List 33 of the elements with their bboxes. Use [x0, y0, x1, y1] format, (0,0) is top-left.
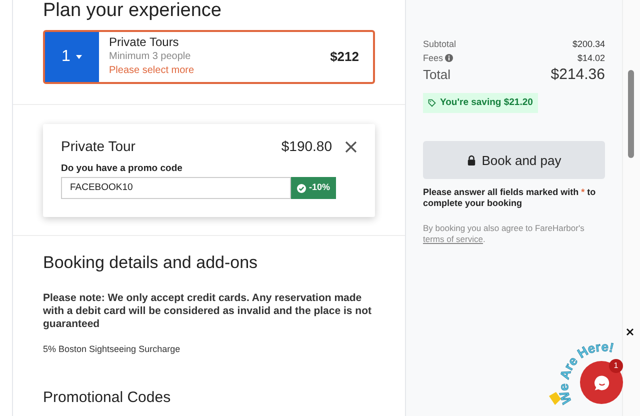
promo-label: Do you have a promo code — [61, 163, 184, 175]
ticket-subtitle: Minimum 3 people — [109, 50, 192, 63]
surcharge-text: 5% Boston Sightseeing Surcharge — [43, 343, 182, 356]
close-icon[interactable] — [345, 140, 357, 152]
tour-title: Private Tour — [61, 137, 136, 156]
check-circle-icon — [296, 184, 306, 192]
ticket-warning: Please select more — [109, 64, 196, 78]
tag-icon — [428, 99, 436, 108]
scrollbar[interactable] — [622, 0, 640, 416]
discount-badge: -10% — [291, 177, 336, 199]
tour-price: $190.80 — [281, 137, 332, 156]
section-heading: Plan your experience — [43, 0, 222, 22]
fees-value: $14.02 — [577, 52, 605, 65]
fees-label: Fees — [423, 52, 444, 65]
total-value: $214.36 — [550, 65, 605, 85]
ticket-name: Private Tours — [109, 35, 180, 50]
subtotal-value: $200.34 — [572, 38, 605, 51]
close-icon[interactable] — [625, 327, 635, 337]
section-heading: Booking details and add-ons — [43, 252, 259, 274]
saving-tag: You're saving $21.20 — [423, 93, 538, 114]
quantity-select[interactable]: 1 — [45, 32, 99, 82]
lock-icon — [466, 154, 476, 166]
info-icon[interactable] — [445, 54, 454, 62]
subtotal-label: Subtotal — [423, 38, 456, 51]
ticket-price: $212 — [330, 48, 359, 66]
caret-icon — [76, 55, 82, 59]
required-fields-note: Please answer all fields marked with * to complete your booking — [423, 187, 597, 210]
terms-text: By booking you also agree to FareHarbor's terms of service. — [423, 223, 586, 246]
chat-bubble-icon — [592, 374, 610, 392]
payment-note: Please note: We only accept credit cards. Any reservation made with a debit card will be considered as invalid and the place is not guaranteed — [43, 292, 372, 331]
promo-code-field[interactable]: FACEBOOK10 — [61, 177, 291, 199]
total-label: Total — [423, 66, 450, 84]
section-heading: Promotional Codes — [43, 388, 172, 408]
